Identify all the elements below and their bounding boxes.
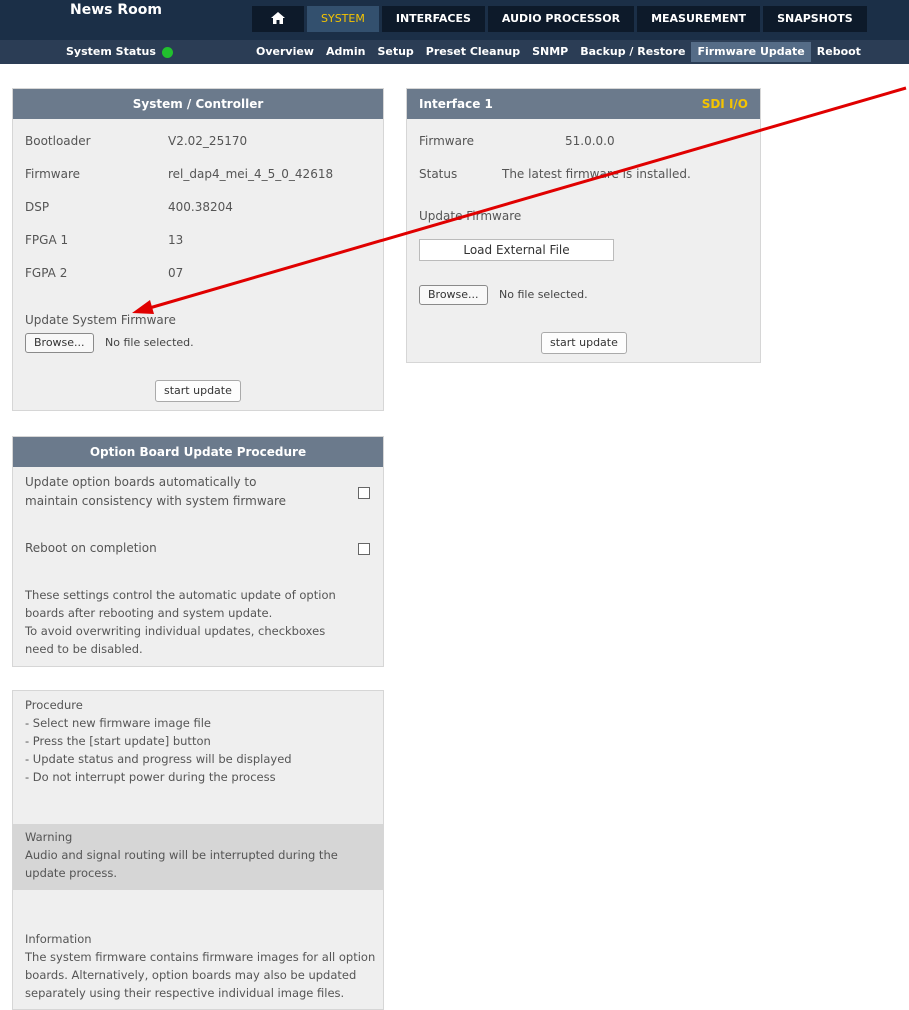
- information-heading: Information: [25, 932, 92, 946]
- tab-home[interactable]: [252, 6, 304, 32]
- information-line: The system firmware contains firmware im…: [25, 950, 376, 964]
- warning-line: Audio and signal routing will be interru…: [25, 848, 338, 862]
- sub-tabs: Overview Admin Setup Preset Cleanup SNMP…: [250, 42, 867, 62]
- tab-measurement[interactable]: MEASUREMENT: [637, 6, 761, 32]
- interface-panel-header: Interface 1 SDI I/O: [407, 89, 760, 119]
- tab-system[interactable]: SYSTEM: [307, 6, 379, 32]
- interface-firmware-value: 51.0.0.0: [565, 134, 615, 148]
- system-status-label: System Status: [66, 45, 156, 58]
- note-line: To avoid overwriting individual updates,…: [25, 624, 326, 638]
- subnav-reboot[interactable]: Reboot: [811, 42, 867, 62]
- reboot-on-completion-label: Reboot on completion: [25, 541, 157, 555]
- brand-title: News Room: [70, 2, 162, 18]
- subnav-firmware-update[interactable]: Firmware Update: [691, 42, 811, 62]
- home-icon: [271, 11, 285, 25]
- note-line: These settings control the automatic upd…: [25, 588, 336, 602]
- information-line: separately using their respective indivi…: [25, 986, 345, 1000]
- fpga2-label: FGPA 2: [25, 266, 68, 280]
- tab-audio-processor[interactable]: AUDIO PROCESSOR: [487, 6, 635, 32]
- auto-update-label-line2: maintain consistency with system firmwar…: [25, 494, 287, 508]
- subnav-setup[interactable]: Setup: [371, 42, 419, 62]
- subnav-preset-cleanup[interactable]: Preset Cleanup: [420, 42, 526, 62]
- fpga2-value: 07: [168, 266, 184, 280]
- auto-update-label-line1: Update option boards automatically to: [25, 475, 257, 489]
- fpga1-label: FPGA 1: [25, 233, 69, 247]
- procedure-line: - Update status and progress will be dis…: [25, 752, 292, 766]
- subnav-admin[interactable]: Admin: [320, 42, 371, 62]
- procedure-line: - Select new firmware image file: [25, 716, 211, 730]
- warning-section: Warning Audio and signal routing will be…: [13, 824, 383, 890]
- system-status[interactable]: System Status: [66, 40, 173, 64]
- subnav-backup-restore[interactable]: Backup / Restore: [574, 42, 691, 62]
- interface-firmware-label: Firmware: [419, 134, 474, 148]
- interface-type-label: SDI I/O: [701, 97, 748, 111]
- procedure-section: Procedure - Select new firmware image fi…: [25, 696, 375, 786]
- interface-title: Interface 1: [419, 97, 493, 111]
- firmware-label: Firmware: [25, 167, 80, 181]
- dsp-label: DSP: [25, 200, 50, 214]
- procedure-line: - Press the [start update] button: [25, 734, 211, 748]
- main-tabs: SYSTEM INTERFACES AUDIO PROCESSOR MEASUR…: [252, 6, 870, 34]
- option-board-title: Option Board Update Procedure: [13, 437, 383, 467]
- sub-navigation-bar: System Status Overview Admin Setup Prese…: [0, 40, 909, 64]
- browse-interface-firmware-button[interactable]: Browse...: [419, 285, 488, 305]
- browse-system-firmware-button[interactable]: Browse...: [25, 333, 94, 353]
- fpga1-value: 13: [168, 233, 184, 247]
- status-indicator-icon: [161, 46, 173, 58]
- subnav-overview[interactable]: Overview: [250, 42, 320, 62]
- warning-text: Warning Audio and signal routing will be…: [25, 828, 375, 882]
- warning-line: update process.: [25, 866, 118, 880]
- interface-update-firmware-label: Update Firmware: [419, 209, 522, 223]
- system-controller-title: System / Controller: [13, 89, 383, 119]
- option-board-panel: Option Board Update Procedure Update opt…: [12, 436, 384, 667]
- interface-start-update-button[interactable]: start update: [541, 332, 627, 354]
- system-controller-panel: System / Controller Bootloader V2.02_251…: [12, 88, 384, 411]
- note-line: boards after rebooting and system update…: [25, 606, 273, 620]
- information-section: Information The system firmware contains…: [25, 930, 380, 1002]
- dsp-value: 400.38204: [168, 200, 233, 214]
- bootloader-label: Bootloader: [25, 134, 91, 148]
- bootloader-value: V2.02_25170: [168, 134, 248, 148]
- interface-status-label: Status: [419, 167, 458, 181]
- system-start-update-button[interactable]: start update: [155, 380, 241, 402]
- load-external-file-button[interactable]: Load External File: [419, 239, 614, 261]
- interface-no-file-text: No file selected.: [499, 288, 588, 301]
- info-panel: Procedure - Select new firmware image fi…: [12, 690, 384, 1010]
- warning-heading: Warning: [25, 830, 73, 844]
- procedure-line: - Do not interrupt power during the proc…: [25, 770, 276, 784]
- top-navigation-bar: News Room SYSTEM INTERFACES AUDIO PROCES…: [0, 0, 909, 40]
- information-line: boards. Alternatively, option boards may…: [25, 968, 357, 982]
- reboot-on-completion-checkbox[interactable]: [358, 543, 370, 555]
- procedure-heading: Procedure: [25, 698, 83, 712]
- update-system-firmware-label: Update System Firmware: [25, 313, 176, 327]
- firmware-value: rel_dap4_mei_4_5_0_42618: [168, 167, 334, 181]
- subnav-snmp[interactable]: SNMP: [526, 42, 574, 62]
- note-line: need to be disabled.: [25, 642, 143, 656]
- tab-snapshots[interactable]: SNAPSHOTS: [763, 6, 867, 32]
- system-no-file-text: No file selected.: [105, 336, 194, 349]
- option-board-note: These settings control the automatic upd…: [25, 586, 375, 658]
- tab-interfaces[interactable]: INTERFACES: [381, 6, 485, 32]
- interface-panel: Interface 1 SDI I/O Firmware 51.0.0.0 St…: [406, 88, 761, 363]
- interface-status-value: The latest firmware is installed.: [502, 167, 691, 181]
- auto-update-checkbox[interactable]: [358, 487, 370, 499]
